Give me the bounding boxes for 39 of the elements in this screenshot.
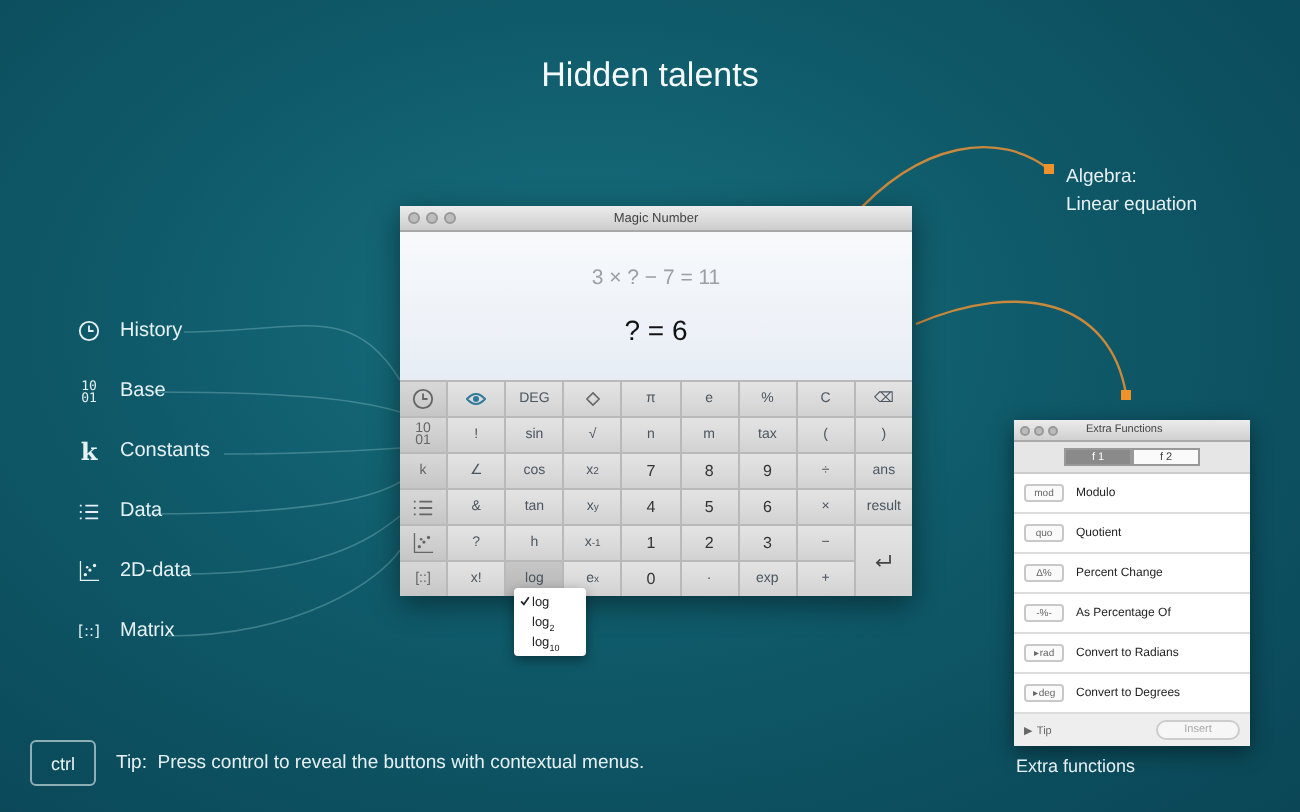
clock-icon: [412, 388, 434, 410]
key-button[interactable]: 9: [739, 454, 796, 488]
symbol-icon: k: [80, 439, 98, 463]
feature-label[interactable]: Matrix: [120, 620, 175, 642]
feature-label[interactable]: Base: [120, 380, 166, 402]
key-button[interactable]: 8: [681, 454, 738, 488]
key-button[interactable]: [448, 382, 505, 416]
feature-label[interactable]: History: [120, 320, 183, 342]
key-button[interactable]: 3: [739, 526, 796, 560]
scatter-plot-icon: [78, 560, 100, 582]
list-icon: [78, 501, 100, 521]
result-text: ? = 6: [624, 314, 688, 346]
tip-text: Tip: Press control to reveal the buttons with contextual menus.: [116, 752, 645, 774]
eye-icon: [466, 392, 487, 406]
return-icon: [874, 554, 893, 568]
key-button[interactable]: 6: [739, 490, 796, 524]
clock-icon: [78, 320, 100, 342]
key-button[interactable]: 5: [681, 490, 738, 524]
key-button[interactable]: 2: [681, 526, 738, 560]
headline: Hidden talents: [541, 56, 759, 94]
key-button[interactable]: 7: [622, 454, 679, 488]
diamond-icon: [585, 392, 600, 406]
key-button[interactable]: 4: [622, 490, 679, 524]
ctrl-key[interactable]: ctrl: [30, 740, 96, 786]
key-button[interactable]: 0: [622, 562, 679, 596]
feature-label[interactable]: Constants: [120, 440, 211, 462]
key-button[interactable]: [564, 382, 621, 416]
scatter-plot-icon: [412, 532, 434, 554]
feature-label[interactable]: Data: [120, 500, 163, 522]
feature-label[interactable]: 2D-data: [120, 560, 192, 582]
key-button[interactable]: [400, 490, 446, 524]
key-button[interactable]: [400, 382, 446, 416]
annotation-text: Algebra: Linear equation: [1066, 164, 1197, 220]
checkmark-icon: [520, 595, 530, 605]
equation-text: 3 × ? − 7 = 11: [591, 266, 721, 290]
annotation-text: Extra functions: [1016, 754, 1136, 780]
list-icon: [412, 497, 434, 517]
key-button[interactable]: [400, 526, 446, 560]
key-button[interactable]: 1: [622, 526, 679, 560]
